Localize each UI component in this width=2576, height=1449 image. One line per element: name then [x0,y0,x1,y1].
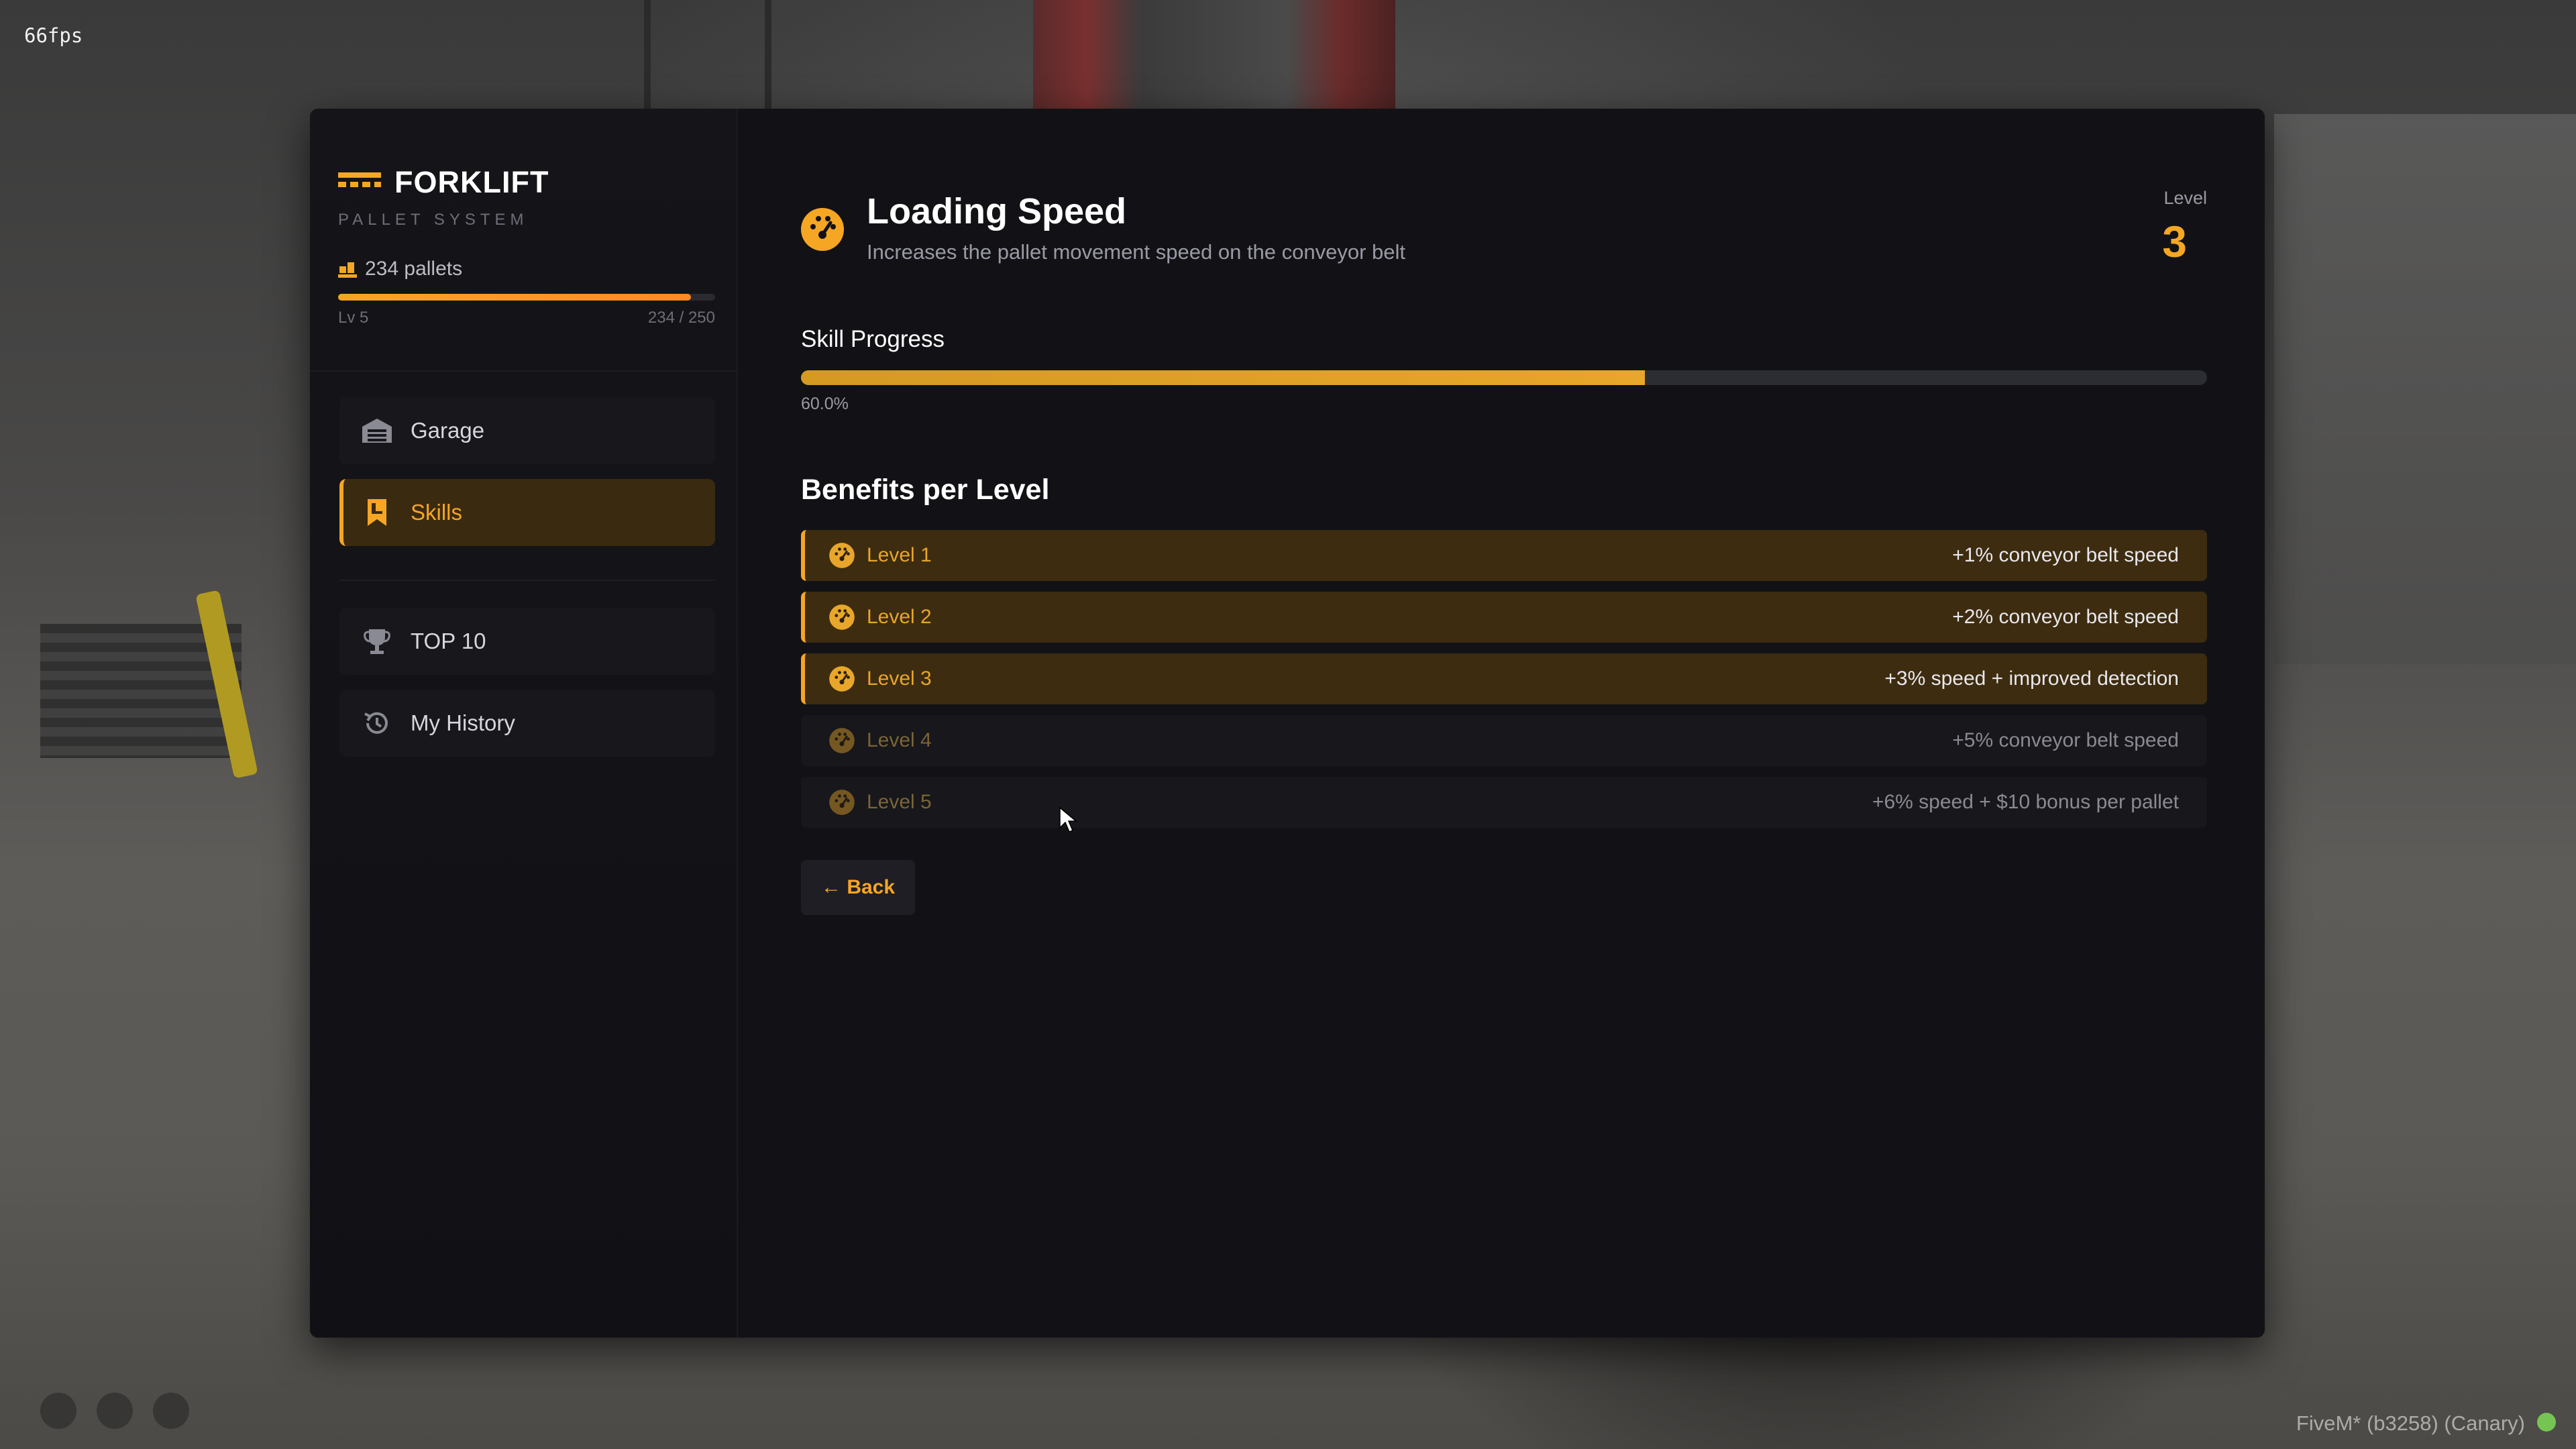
benefit-value: +5% conveyor belt speed [1952,729,2179,751]
sidebar-item-top10[interactable]: TOP 10 [339,608,715,675]
mouse-cursor-icon [1059,806,1078,837]
benefit-level: Level 4 [867,729,932,751]
skill-title: Loading Speed [867,191,1127,231]
pallet-icon [338,260,357,278]
radio-icon [97,1393,133,1429]
benefit-value: +1% conveyor belt speed [1952,544,2179,566]
background-ladder [644,0,771,114]
bookmark-icon [360,498,394,527]
background-wall [2274,114,2576,664]
pallet-count: 234 pallets [338,258,462,280]
forklift-icon [338,172,381,193]
level-progress-fill [338,294,692,301]
brand: FORKLIFT [338,165,549,200]
benefit-level: Level 1 [867,544,932,566]
phone-icon [153,1393,189,1429]
hud-icons [40,1393,189,1429]
sidebar-item-skills[interactable]: Skills [339,479,715,546]
brand-title: FORKLIFT [394,165,549,199]
trophy-icon [360,627,394,656]
divider [310,370,737,372]
skill-progress-title: Skill Progress [801,326,945,352]
speedometer-icon [826,604,857,631]
skill-description: Increases the pallet movement speed on t… [867,240,1406,264]
sidebar-item-label: My History [411,710,515,735]
brand-subtitle: PALLET SYSTEM [338,211,529,229]
sidebar-item-label: TOP 10 [411,629,486,653]
skill-progress-bar [801,370,2207,385]
benefit-value: +2% conveyor belt speed [1952,606,2179,628]
back-button[interactable]: ← Back [801,860,916,915]
benefit-value: +6% speed + $10 bonus per pallet [1872,791,2179,813]
speedometer-icon [826,665,857,692]
skill-progress-fill [801,370,1645,385]
benefit-row: Level 2 +2% conveyor belt speed [801,592,2207,643]
sidebar-item-label: Skills [411,500,463,525]
forklift-menu-panel: FORKLIFT PALLET SYSTEM 234 pallets Lv 5 … [310,109,2265,1338]
divider [339,580,715,581]
level-value: 3 [2162,217,2187,266]
benefit-level: Level 2 [867,606,932,628]
sidebar-item-my-history[interactable]: My History [339,690,715,757]
level-label: Level [2163,188,2207,208]
skill-progress-percent: 60.0% [801,394,849,413]
background-structure [1033,0,1395,114]
player-level: Lv 5 [338,309,369,327]
fps-counter: 66fps [24,24,83,47]
benefit-level: Level 3 [867,667,932,690]
main-content: Loading Speed Increases the pallet movem… [737,109,2265,1338]
history-icon [360,708,394,738]
status-dot-icon [2537,1413,2556,1432]
benefit-row: Level 5 +6% speed + $10 bonus per pallet [801,777,2207,828]
level-progress-bar [338,294,715,301]
benefit-row: Level 1 +1% conveyor belt speed [801,530,2207,581]
benefits-title: Benefits per Level [801,474,1050,506]
sidebar-item-garage[interactable]: Garage [339,397,715,464]
microphone-icon [40,1393,76,1429]
level-progress-text: 234 / 250 [647,309,715,327]
speedometer-icon [826,727,857,754]
pallet-count-label: 234 pallets [365,258,463,280]
benefit-row: Level 3 +3% speed + improved detection [801,653,2207,704]
warehouse-icon [360,417,394,444]
benefits-list: Level 1 +1% conveyor belt speed Level 2 … [801,530,2207,839]
speedometer-icon [826,542,857,569]
sidebar: FORKLIFT PALLET SYSTEM 234 pallets Lv 5 … [310,109,738,1338]
sidebar-item-label: Garage [411,418,485,443]
speedometer-icon [826,789,857,816]
speedometer-icon [800,207,845,256]
benefit-row: Level 4 +5% conveyor belt speed [801,715,2207,766]
benefit-value: +3% speed + improved detection [1884,667,2179,690]
platform-watermark: FiveM* (b3258) (Canary) [2296,1411,2525,1435]
benefit-level: Level 5 [867,791,932,813]
